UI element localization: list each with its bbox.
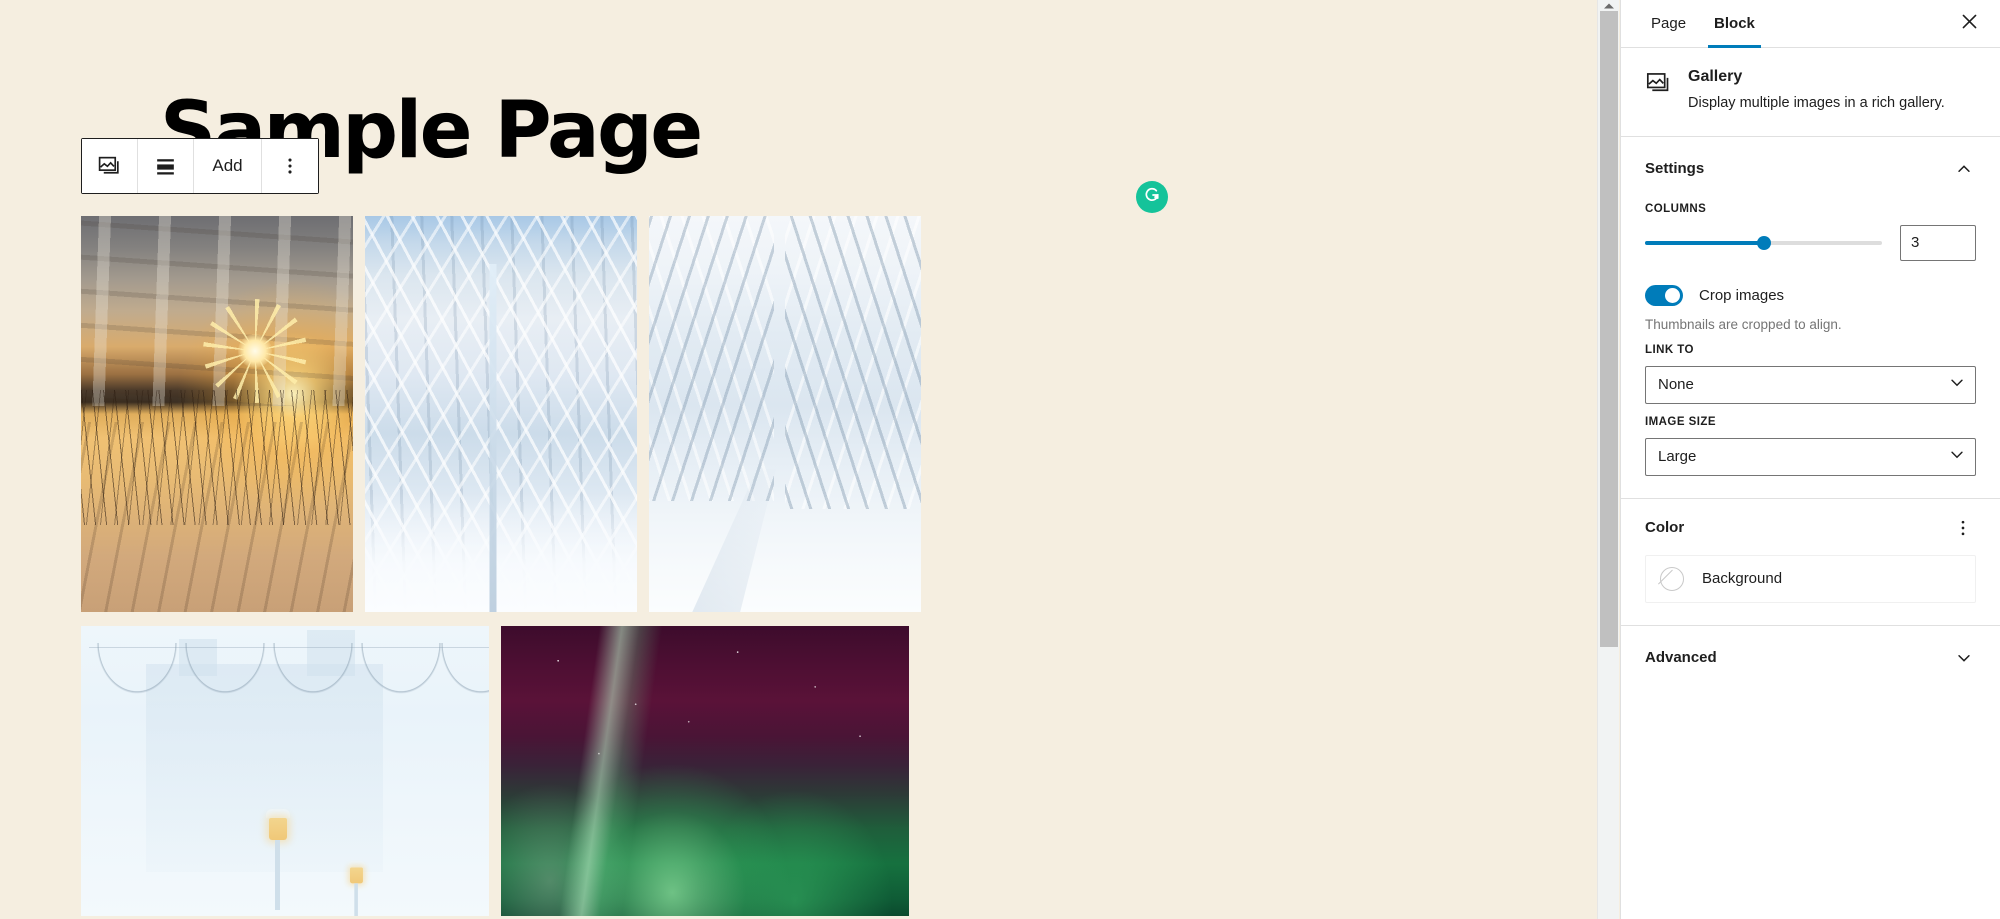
editor-screen: Sample Page Add Page Block Gallery Displ… <box>0 0 2000 919</box>
crop-images-row: Crop images <box>1645 284 1976 306</box>
editor-canvas: Sample Page Add <box>0 0 1597 919</box>
gallery-block-icon <box>1645 68 1672 114</box>
color-item-label: Background <box>1702 570 1783 588</box>
color-options-button[interactable] <box>1950 515 1976 541</box>
gallery-image-snowy-forest-path[interactable] <box>649 216 921 612</box>
advanced-panel: Advanced <box>1621 626 2000 702</box>
canvas-scrollbar[interactable] <box>1597 0 1619 919</box>
columns-slider[interactable] <box>1645 235 1882 250</box>
gallery-block[interactable] <box>81 216 921 919</box>
gallery-block-icon <box>97 154 122 179</box>
advanced-panel-title: Advanced <box>1645 649 1717 667</box>
link-to-select-wrap: None <box>1645 365 1976 404</box>
string-lights <box>89 643 489 708</box>
chevron-down-icon <box>1952 646 1976 670</box>
street-lamp-large <box>265 808 290 910</box>
vertical-scroll-thumb[interactable] <box>1600 11 1618 647</box>
chevron-up-icon <box>1952 157 1976 181</box>
columns-label: COLUMNS <box>1645 202 1707 215</box>
link-to-label: LINK TO <box>1645 343 1694 356</box>
tab-page[interactable]: Page <box>1637 0 1700 48</box>
tree-trunk <box>489 263 497 612</box>
settings-panel: Settings COLUMNS Crop ima <box>1621 137 2000 499</box>
columns-slider-fill <box>1645 240 1764 245</box>
link-to-select[interactable]: None <box>1645 365 1976 404</box>
none-swatch-icon <box>1660 566 1684 591</box>
image-size-select[interactable]: Large <box>1645 437 1976 476</box>
columns-slider-knob[interactable] <box>1756 235 1771 250</box>
toggle-knob <box>1665 287 1680 303</box>
align-icon <box>153 154 178 179</box>
block-title: Gallery <box>1688 68 1743 85</box>
block-description: Display multiple images in a rich galler… <box>1688 95 1945 111</box>
columns-control-row <box>1645 224 1976 261</box>
close-sidebar-button[interactable] <box>1952 7 1986 41</box>
color-panel: Color Background <box>1621 499 2000 626</box>
color-item-background[interactable]: Background <box>1645 554 1976 603</box>
image-size-select-wrap: Large <box>1645 437 1976 476</box>
sun-flare <box>203 298 308 403</box>
add-button[interactable]: Add <box>194 139 262 193</box>
gallery-image-aurora-borealis[interactable] <box>501 626 909 916</box>
sidebar-tabs: Page Block <box>1621 0 2000 48</box>
grammarly-g-icon <box>1141 184 1163 211</box>
tab-block[interactable]: Block <box>1700 0 1769 48</box>
color-panel-header: Color <box>1645 515 1976 541</box>
crop-images-label: Crop images <box>1699 286 1785 304</box>
settings-panel-title: Settings <box>1645 160 1705 178</box>
more-options-vertical-icon <box>279 155 301 177</box>
block-info-card: Gallery Display multiple images in a ric… <box>1621 48 2000 137</box>
block-options-button[interactable] <box>262 139 318 193</box>
align-button[interactable] <box>138 139 194 193</box>
color-panel-title: Color <box>1645 519 1685 537</box>
settings-panel-header[interactable]: Settings <box>1645 153 1976 191</box>
columns-number-input[interactable] <box>1900 224 1976 261</box>
advanced-panel-header[interactable]: Advanced <box>1645 642 1976 680</box>
street-lamp-small <box>348 860 366 916</box>
image-size-label: IMAGE SIZE <box>1645 415 1716 428</box>
grammarly-badge[interactable] <box>1136 181 1168 213</box>
foreground-brush <box>81 390 353 525</box>
snow-path <box>692 469 777 612</box>
crop-images-toggle[interactable] <box>1645 284 1683 306</box>
scroll-up-arrow-icon[interactable] <box>1598 0 1620 11</box>
gallery-image-frost-covered-tree[interactable] <box>365 216 637 612</box>
gallery-row-2 <box>81 626 921 916</box>
block-settings-sidebar: Page Block Gallery Display multiple imag… <box>1620 0 2000 919</box>
block-toolbar: Add <box>81 138 319 194</box>
close-icon <box>1960 12 1979 36</box>
gallery-block-icon-button[interactable] <box>82 139 138 193</box>
gallery-image-snowy-town-string-lights[interactable] <box>81 626 489 916</box>
gallery-row-1 <box>81 216 921 612</box>
crop-images-help: Thumbnails are cropped to align. <box>1645 316 1842 332</box>
gallery-image-winter-sunset-frozen-lake[interactable] <box>81 216 353 612</box>
